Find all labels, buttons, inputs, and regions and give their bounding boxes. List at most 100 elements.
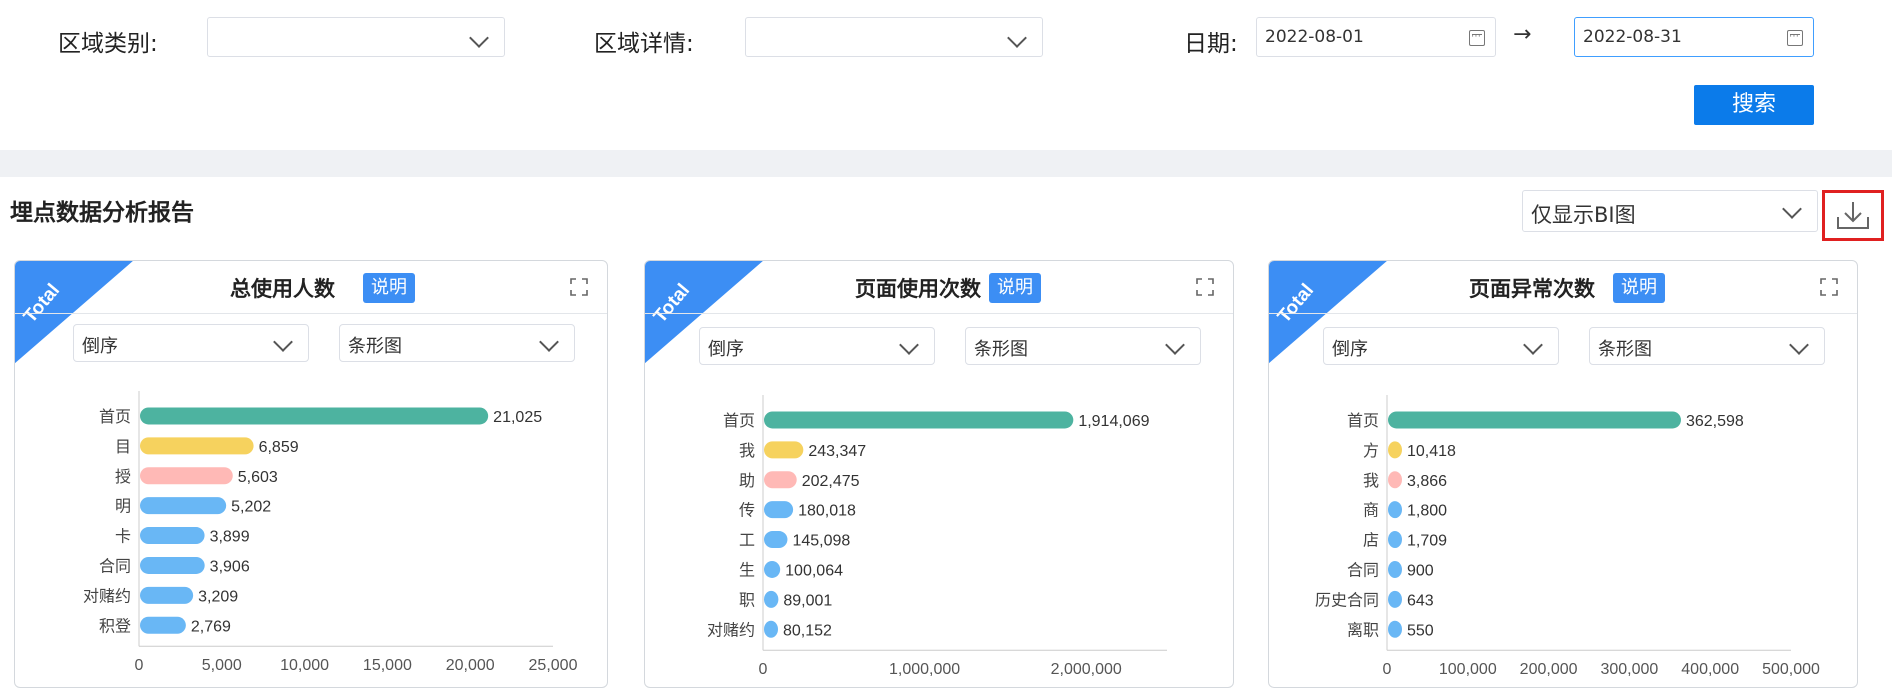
- value-label: 100,064: [785, 562, 843, 579]
- bar-chart-total-users: 0 5,000 10,000 15,000 20,000 25,000 首页 21,025 目 6…: [83, 391, 578, 674]
- category-label: 首页: [99, 408, 131, 426]
- area-type-select[interactable]: [207, 17, 505, 57]
- value-label: 2,769: [191, 618, 231, 635]
- x-tick-label: 25,000: [529, 657, 578, 674]
- value-label: 80,152: [783, 622, 832, 639]
- x-tick-label: 0: [135, 657, 144, 674]
- bar: [764, 531, 788, 549]
- filter-bar: 区域类别: 区域详情: 日期: 2022-08-01 → 2022-08-31 …: [0, 0, 1892, 148]
- value-label: 180,018: [798, 503, 856, 520]
- bar: [1388, 411, 1681, 429]
- bar: [140, 586, 194, 604]
- bar: [1388, 560, 1402, 578]
- category-label: 积登: [99, 617, 131, 635]
- category-label: 传: [739, 502, 755, 520]
- date-start-value: 2022-08-01: [1265, 27, 1364, 47]
- value-label: 89,001: [783, 592, 832, 609]
- category-label: 首页: [1347, 412, 1379, 430]
- value-label: 145,098: [792, 533, 850, 550]
- date-end-input[interactable]: 2022-08-31: [1574, 17, 1814, 57]
- value-label: 1,914,069: [1078, 413, 1149, 430]
- value-label: 5,202: [231, 499, 271, 516]
- bar: [764, 590, 779, 608]
- bar: [140, 407, 489, 425]
- bar-chart-page-errors: 0 100,000 200,000 300,000 400,000 500,000 首页 36…: [1315, 395, 1820, 678]
- bar: [764, 501, 794, 519]
- value-label: 202,475: [802, 473, 860, 490]
- x-tick-label: 400,000: [1681, 661, 1739, 678]
- range-arrow: →: [1513, 22, 1532, 47]
- value-label: 5,603: [238, 469, 278, 486]
- search-button[interactable]: 搜索: [1694, 85, 1814, 125]
- category-label: 目: [115, 439, 131, 456]
- area-type-label: 区域类别:: [58, 31, 158, 57]
- bar: [764, 620, 778, 638]
- date-start-input[interactable]: 2022-08-01: [1256, 17, 1496, 57]
- chevron-down-icon: [1007, 28, 1027, 48]
- x-tick-label: 100,000: [1439, 661, 1497, 678]
- category-label: 合同: [99, 557, 131, 575]
- bar: [1388, 620, 1402, 638]
- bar: [140, 497, 227, 515]
- category-label: 职: [739, 592, 755, 609]
- category-label: 授: [115, 468, 131, 486]
- bar: [1388, 531, 1402, 549]
- bar: [764, 441, 804, 459]
- category-label: 历史合同: [1315, 591, 1379, 609]
- x-tick-label: 500,000: [1762, 661, 1820, 678]
- x-tick-label: 300,000: [1600, 661, 1658, 678]
- category-label: 生: [739, 561, 755, 579]
- value-label: 3,209: [198, 588, 238, 605]
- category-label: 对赌约: [707, 621, 755, 639]
- date-end-value: 2022-08-31: [1583, 27, 1682, 47]
- category-label: 卡: [115, 528, 131, 546]
- value-label: 6,859: [259, 439, 299, 456]
- category-label: 首页: [723, 412, 755, 430]
- bar: [764, 560, 781, 578]
- category-label: 对赌约: [83, 587, 131, 605]
- value-label: 362,598: [1686, 413, 1744, 430]
- x-tick-label: 5,000: [202, 657, 242, 674]
- category-label: 助: [739, 472, 755, 490]
- value-label: 900: [1407, 562, 1434, 579]
- section-divider: [0, 150, 1892, 177]
- value-label: 3,866: [1407, 473, 1447, 490]
- chevron-down-icon: [1782, 199, 1802, 219]
- display-mode-value: 仅显示BI图: [1531, 203, 1636, 227]
- value-label: 643: [1407, 592, 1434, 609]
- chart-card-total-users: Total 总使用人数 说明 倒序 条形图 0 5,000 10,000 15,000…: [14, 260, 608, 688]
- bar: [1388, 471, 1402, 489]
- category-label: 离职: [1347, 621, 1379, 639]
- category-label: 方: [1363, 442, 1379, 460]
- bar: [140, 467, 233, 485]
- x-tick-label: 2,000,000: [1051, 661, 1122, 678]
- x-tick-label: 0: [1383, 661, 1392, 678]
- category-label: 我: [739, 442, 755, 460]
- x-tick-label: 1,000,000: [889, 661, 960, 678]
- value-label: 550: [1407, 622, 1434, 639]
- chart-card-page-errors: Total 页面异常次数 说明 倒序 条形图 0 100,000 200,000 30…: [1268, 260, 1858, 688]
- bar: [140, 527, 205, 545]
- value-label: 243,347: [808, 443, 866, 460]
- category-label: 我: [1363, 472, 1379, 490]
- value-label: 21,025: [493, 409, 542, 426]
- chart-card-page-usage: Total 页面使用次数 说明 倒序 条形图 0 1,000,000 2,000,0…: [644, 260, 1234, 688]
- value-label: 3,906: [210, 558, 250, 575]
- x-tick-label: 0: [759, 661, 768, 678]
- download-icon: [1837, 202, 1869, 229]
- area-detail-select[interactable]: [745, 17, 1043, 57]
- bar: [1388, 501, 1402, 519]
- date-label: 日期:: [1184, 31, 1238, 57]
- bar: [140, 616, 186, 634]
- display-mode-select[interactable]: 仅显示BI图: [1522, 190, 1818, 232]
- value-label: 10,418: [1407, 443, 1456, 460]
- area-detail-label: 区域详情:: [594, 31, 694, 57]
- category-label: 明: [115, 499, 131, 516]
- value-label: 1,709: [1407, 533, 1447, 550]
- bar: [1388, 590, 1402, 608]
- download-button[interactable]: [1822, 190, 1884, 241]
- category-label: 合同: [1347, 561, 1379, 579]
- calendar-icon: [1469, 30, 1485, 46]
- category-label: 店: [1363, 532, 1379, 550]
- x-tick-label: 15,000: [363, 657, 412, 674]
